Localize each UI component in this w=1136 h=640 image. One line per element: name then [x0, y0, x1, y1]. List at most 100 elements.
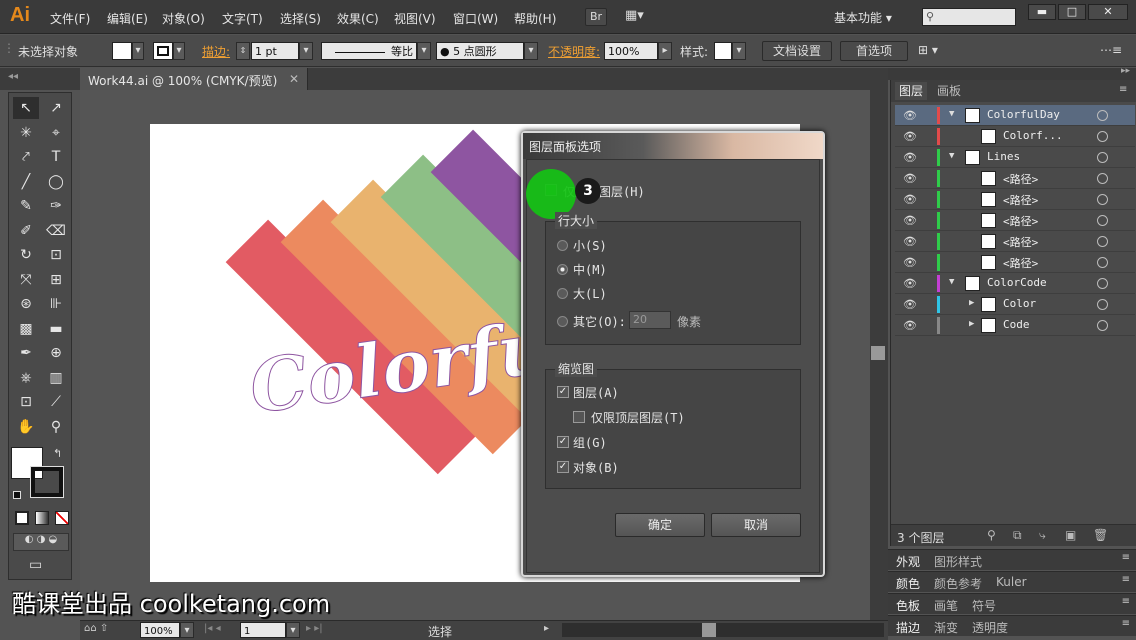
row-medium-radio[interactable]: [557, 264, 568, 275]
stroke-stepper[interactable]: ⇕: [236, 42, 250, 60]
new-sublayer-icon[interactable]: ⤷: [1039, 528, 1046, 543]
screen-mode-icon[interactable]: ▭: [29, 557, 42, 573]
tool-icon-11[interactable]: ⌫: [43, 220, 69, 242]
align-icon[interactable]: ⊞ ▾: [918, 43, 938, 57]
panel-menu-icon[interactable]: ≡: [1122, 552, 1130, 563]
target-circle-icon[interactable]: [1097, 110, 1108, 121]
fill-swatch[interactable]: [112, 42, 132, 60]
eye-icon[interactable]: 👁: [903, 151, 917, 164]
tool-icon-27[interactable]: ⚲: [43, 416, 69, 438]
tool-icon-14[interactable]: ⤧: [13, 269, 39, 291]
variable-width-profile[interactable]: 等比: [321, 42, 417, 60]
status-icons[interactable]: ⌂⌂ ⇧: [84, 623, 108, 634]
panel-tab[interactable]: Kuler: [996, 575, 1027, 589]
eye-icon[interactable]: 👁: [903, 235, 917, 248]
opacity-input[interactable]: 100%: [604, 42, 658, 60]
target-circle-icon[interactable]: [1097, 299, 1108, 310]
tool-icon-0[interactable]: ↖: [13, 97, 39, 119]
layer-row[interactable]: 👁 <路径>: [895, 231, 1135, 252]
collapse-arrow-icon[interactable]: ▶: [969, 298, 974, 308]
panel-tab[interactable]: 外观: [896, 553, 920, 570]
tool-icon-17[interactable]: ⊪: [43, 293, 69, 315]
stroke-color-box[interactable]: [30, 466, 64, 498]
stroke-swatch[interactable]: [153, 42, 173, 60]
menu-item-7[interactable]: 窗口(W): [453, 10, 498, 27]
tool-icon-2[interactable]: ✳: [13, 122, 39, 144]
tool-icon-4[interactable]: ⤤: [13, 146, 39, 168]
layer-row[interactable]: 👁 ▶ Code: [895, 315, 1135, 336]
row-other-radio[interactable]: [557, 316, 568, 327]
tool-icon-1[interactable]: ↗: [43, 97, 69, 119]
profile-dropdown[interactable]: ▾: [417, 42, 431, 60]
workspace-switcher[interactable]: 基本功能 ▾: [834, 9, 892, 26]
panel-tab[interactable]: 渐变: [934, 619, 958, 636]
tool-icon-7[interactable]: ◯: [43, 171, 69, 193]
stroke-weight-dropdown[interactable]: ▾: [299, 42, 313, 60]
control-menu-icon[interactable]: ⋯≡: [1100, 43, 1122, 57]
menu-item-1[interactable]: 编辑(E): [107, 10, 148, 27]
eye-icon[interactable]: 👁: [903, 109, 917, 122]
artboard-number-input[interactable]: 1: [240, 622, 286, 638]
layer-row[interactable]: 👁 Colorf...: [895, 126, 1135, 147]
tab-artboards[interactable]: 画板: [933, 82, 965, 100]
menu-item-0[interactable]: 文件(F): [50, 10, 90, 27]
tool-icon-12[interactable]: ↻: [13, 244, 39, 266]
target-circle-icon[interactable]: [1097, 257, 1108, 268]
tool-icon-13[interactable]: ⊡: [43, 244, 69, 266]
zoom-input[interactable]: 100%: [140, 622, 180, 638]
tool-icon-25[interactable]: ⟋: [43, 391, 69, 413]
opacity-dropdown[interactable]: ▸: [658, 42, 672, 60]
target-circle-icon[interactable]: [1097, 152, 1108, 163]
target-circle-icon[interactable]: [1097, 320, 1108, 331]
panel-tab[interactable]: 描边: [896, 619, 920, 636]
tool-icon-22[interactable]: ⎈: [13, 367, 39, 389]
layer-row[interactable]: 👁 <路径>: [895, 168, 1135, 189]
layer-row[interactable]: 👁 ▼ Lines: [895, 147, 1135, 168]
target-circle-icon[interactable]: [1097, 173, 1108, 184]
tool-icon-5[interactable]: T: [43, 146, 69, 168]
stroke-dropdown[interactable]: ▾: [173, 42, 185, 60]
locate-object-icon[interactable]: ⚲: [987, 528, 996, 542]
default-colors-icon[interactable]: [13, 491, 21, 499]
cancel-button[interactable]: 取消: [711, 513, 801, 537]
eye-icon[interactable]: 👁: [903, 256, 917, 269]
brush-dropdown[interactable]: ▾: [524, 42, 538, 60]
eye-icon[interactable]: 👁: [903, 130, 917, 143]
eye-icon[interactable]: 👁: [903, 172, 917, 185]
tool-icon-8[interactable]: ✎: [13, 195, 39, 217]
menu-item-6[interactable]: 视图(V): [394, 10, 436, 27]
vertical-scroll-thumb[interactable]: [871, 346, 885, 360]
brush-definition[interactable]: ● 5 点圆形: [436, 42, 524, 60]
layers-panel-menu-icon[interactable]: ≡: [1119, 84, 1127, 95]
layer-row[interactable]: 👁 <路径>: [895, 210, 1135, 231]
expand-arrow-icon[interactable]: ▼: [949, 151, 954, 161]
tool-icon-9[interactable]: ✑: [43, 195, 69, 217]
tool-icon-3[interactable]: ⌖: [43, 122, 69, 144]
fill-dropdown[interactable]: ▾: [132, 42, 144, 60]
panel-tab[interactable]: 图形样式: [934, 553, 982, 570]
bridge-button[interactable]: Br: [585, 8, 607, 26]
tool-icon-6[interactable]: ╱: [13, 171, 39, 193]
layer-row[interactable]: 👁 ▼ ColorCode: [895, 273, 1135, 294]
style-dropdown[interactable]: ▾: [732, 42, 746, 60]
maximize-button[interactable]: □: [1058, 4, 1086, 20]
eye-icon[interactable]: 👁: [903, 214, 917, 227]
layer-row[interactable]: 👁 ▼ ColorfulDay: [895, 105, 1135, 126]
menu-item-3[interactable]: 文字(T): [222, 10, 263, 27]
tool-icon-24[interactable]: ⊡: [13, 391, 39, 413]
tool-icon-15[interactable]: ⊞: [43, 269, 69, 291]
new-layer-icon[interactable]: ▣: [1065, 528, 1076, 542]
preferences-button[interactable]: 首选项: [840, 41, 908, 61]
target-circle-icon[interactable]: [1097, 215, 1108, 226]
document-tab[interactable]: Work44.ai @ 100% (CMYK/预览) ✕: [80, 68, 308, 90]
ok-button[interactable]: 确定: [615, 513, 705, 537]
delete-layer-icon[interactable]: 🗑: [1093, 528, 1108, 542]
panel-menu-icon[interactable]: ≡: [1122, 596, 1130, 607]
row-large-radio[interactable]: [557, 288, 568, 299]
panel-tab[interactable]: 颜色: [896, 575, 920, 592]
swap-colors-icon[interactable]: ↰: [53, 447, 62, 460]
clipping-mask-icon[interactable]: ⧉: [1013, 528, 1022, 543]
expand-arrow-icon[interactable]: ▼: [949, 277, 954, 287]
stroke-weight-input[interactable]: 1 pt: [251, 42, 299, 60]
panel-tab[interactable]: 符号: [972, 597, 996, 614]
